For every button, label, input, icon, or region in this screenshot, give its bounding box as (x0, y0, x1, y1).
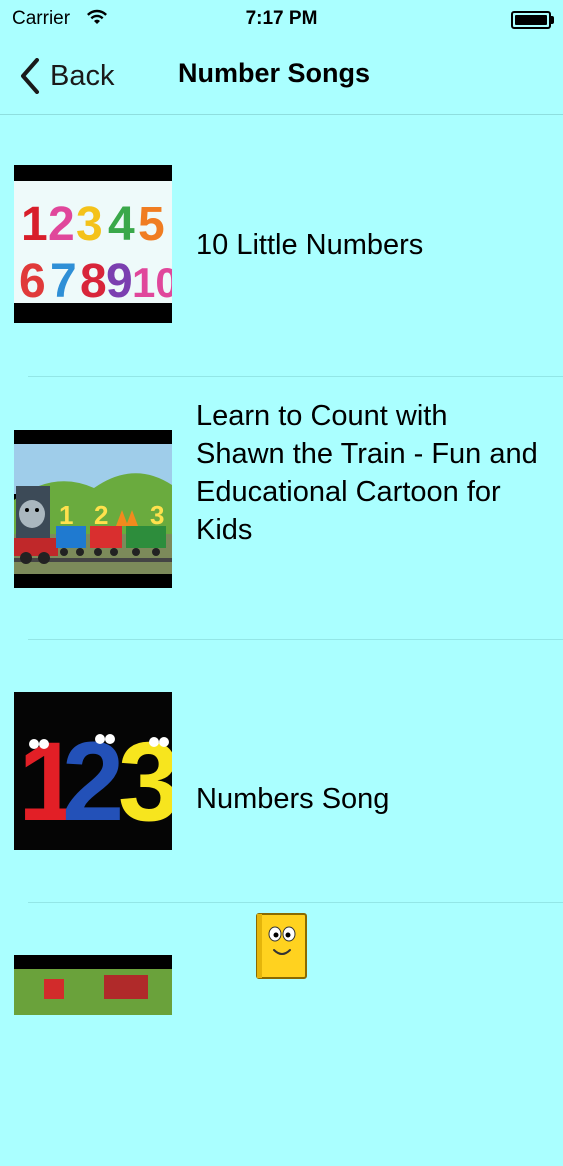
thumb-number: 1 (59, 500, 73, 530)
back-button-label: Back (50, 59, 115, 92)
chevron-left-icon (21, 58, 39, 94)
list-item[interactable]: 1 2 3 4 5 6 7 8 9 10 10 Little Numbers (0, 114, 563, 377)
thumb-number: 1 (21, 198, 48, 251)
song-thumbnail: 1 2 3 (14, 692, 172, 850)
thumb-number: 2 (62, 719, 124, 844)
status-bar: Carrier 7:17 PM (0, 0, 563, 38)
thumb-number: 2 (48, 198, 75, 251)
clock-time: 7:17 PM (245, 8, 318, 29)
song-title: Learn to Count with Shawn the Train - Fu… (196, 400, 538, 546)
battery-icon (511, 11, 554, 29)
thumb-number: 10 (132, 259, 172, 306)
song-title: 10 Little Numbers (196, 229, 424, 261)
song-thumbnail: 1 2 3 4 5 6 7 8 9 10 (14, 165, 172, 323)
thumb-number: 5 (138, 198, 165, 251)
page-title: Number Songs (178, 58, 371, 88)
thumb-number: 6 (19, 255, 46, 308)
thumb-number: 2 (94, 500, 108, 530)
list-item[interactable]: 1 2 3 Learn to Count with Shawn the Trai… (0, 377, 563, 640)
song-title: Numbers Song (196, 783, 390, 815)
thumb-number: 8 (80, 255, 107, 308)
thumb-number: 4 (108, 198, 135, 251)
song-thumbnail: 1 2 3 (14, 430, 172, 588)
back-button[interactable]: Back (20, 54, 114, 98)
song-list: 1 2 3 4 5 6 7 8 9 10 10 Little Numbers 1… (0, 114, 563, 1166)
book-mascot-icon[interactable] (255, 912, 308, 980)
navigation-bar: Back Number Songs (0, 38, 563, 115)
thumb-number: 3 (150, 500, 164, 530)
thumb-number: 9 (106, 255, 133, 308)
list-item[interactable]: 1 2 3 Numbers Song (0, 640, 563, 903)
thumb-number: 7 (50, 255, 77, 308)
thumb-number: 3 (76, 198, 103, 251)
song-thumbnail (14, 955, 172, 1015)
